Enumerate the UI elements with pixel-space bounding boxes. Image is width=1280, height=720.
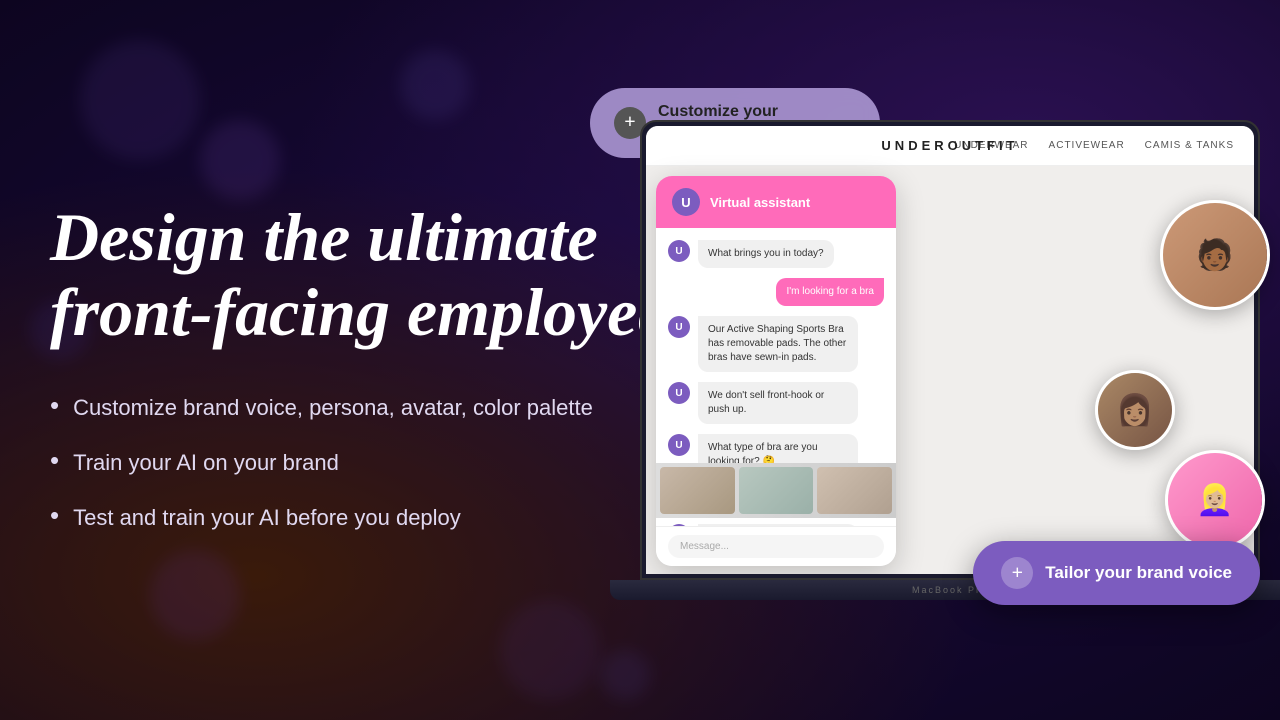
chat-message-3: U Our Active Shaping Sports Bra has remo…	[668, 316, 884, 372]
nav-item-camis[interactable]: CAMIS & TANKS	[1145, 140, 1234, 151]
product-strip	[656, 463, 896, 518]
chat-bubble-1: What brings you in today?	[698, 240, 834, 268]
chat-widget[interactable]: U Virtual assistant U What brings you in…	[656, 176, 896, 566]
bot-avatar-5: U	[668, 434, 690, 456]
chat-title: Virtual assistant	[710, 195, 810, 210]
nav-item-activewear[interactable]: ACTIVEWEAR	[1049, 140, 1125, 151]
chat-message-4: U We don't sell front-hook or push up.	[668, 382, 884, 424]
right-area: UNDEROUTFIT UNDERWEAR ACTIVEWEAR CAMIS &…	[580, 0, 1280, 720]
tailor-brand-voice-button[interactable]: + Tailor your brand voice	[973, 541, 1260, 605]
product-thumb-3	[817, 467, 892, 514]
avatar-circle-2: 👩🏽	[1095, 370, 1175, 450]
tailor-button-label: Tailor your brand voice	[1045, 563, 1232, 583]
website-body: U Virtual assistant U What brings you in…	[646, 166, 1254, 574]
chat-bubble-4: We don't sell front-hook or push up.	[698, 382, 858, 424]
chat-message-1: U What brings you in today?	[668, 240, 884, 268]
bot-avatar-3: U	[668, 316, 690, 338]
chat-input-placeholder[interactable]: Message...	[668, 535, 884, 558]
laptop-screen: UNDEROUTFIT UNDERWEAR ACTIVEWEAR CAMIS &…	[646, 126, 1254, 574]
chat-header: U Virtual assistant	[656, 176, 896, 228]
avatar-circle-3: 👱🏼‍♀️	[1165, 450, 1265, 550]
chat-avatar: U	[672, 188, 700, 216]
tailor-plus-icon: +	[1001, 557, 1033, 589]
chat-footer: Message...	[656, 526, 896, 566]
product-thumb-2	[739, 467, 814, 514]
product-thumb-1	[660, 467, 735, 514]
avatar-circle-1: 🧑🏾	[1160, 200, 1270, 310]
bot-avatar-4: U	[668, 382, 690, 404]
chat-bubble-3: Our Active Shaping Sports Bra has remova…	[698, 316, 858, 372]
website-logo: UNDEROUTFIT	[881, 138, 1018, 153]
bot-avatar-1: U	[668, 240, 690, 262]
website-header: UNDEROUTFIT UNDERWEAR ACTIVEWEAR CAMIS &…	[646, 126, 1254, 166]
chat-message-2: I'm looking for a bra	[668, 278, 884, 306]
chat-bubble-2: I'm looking for a bra	[776, 278, 884, 306]
